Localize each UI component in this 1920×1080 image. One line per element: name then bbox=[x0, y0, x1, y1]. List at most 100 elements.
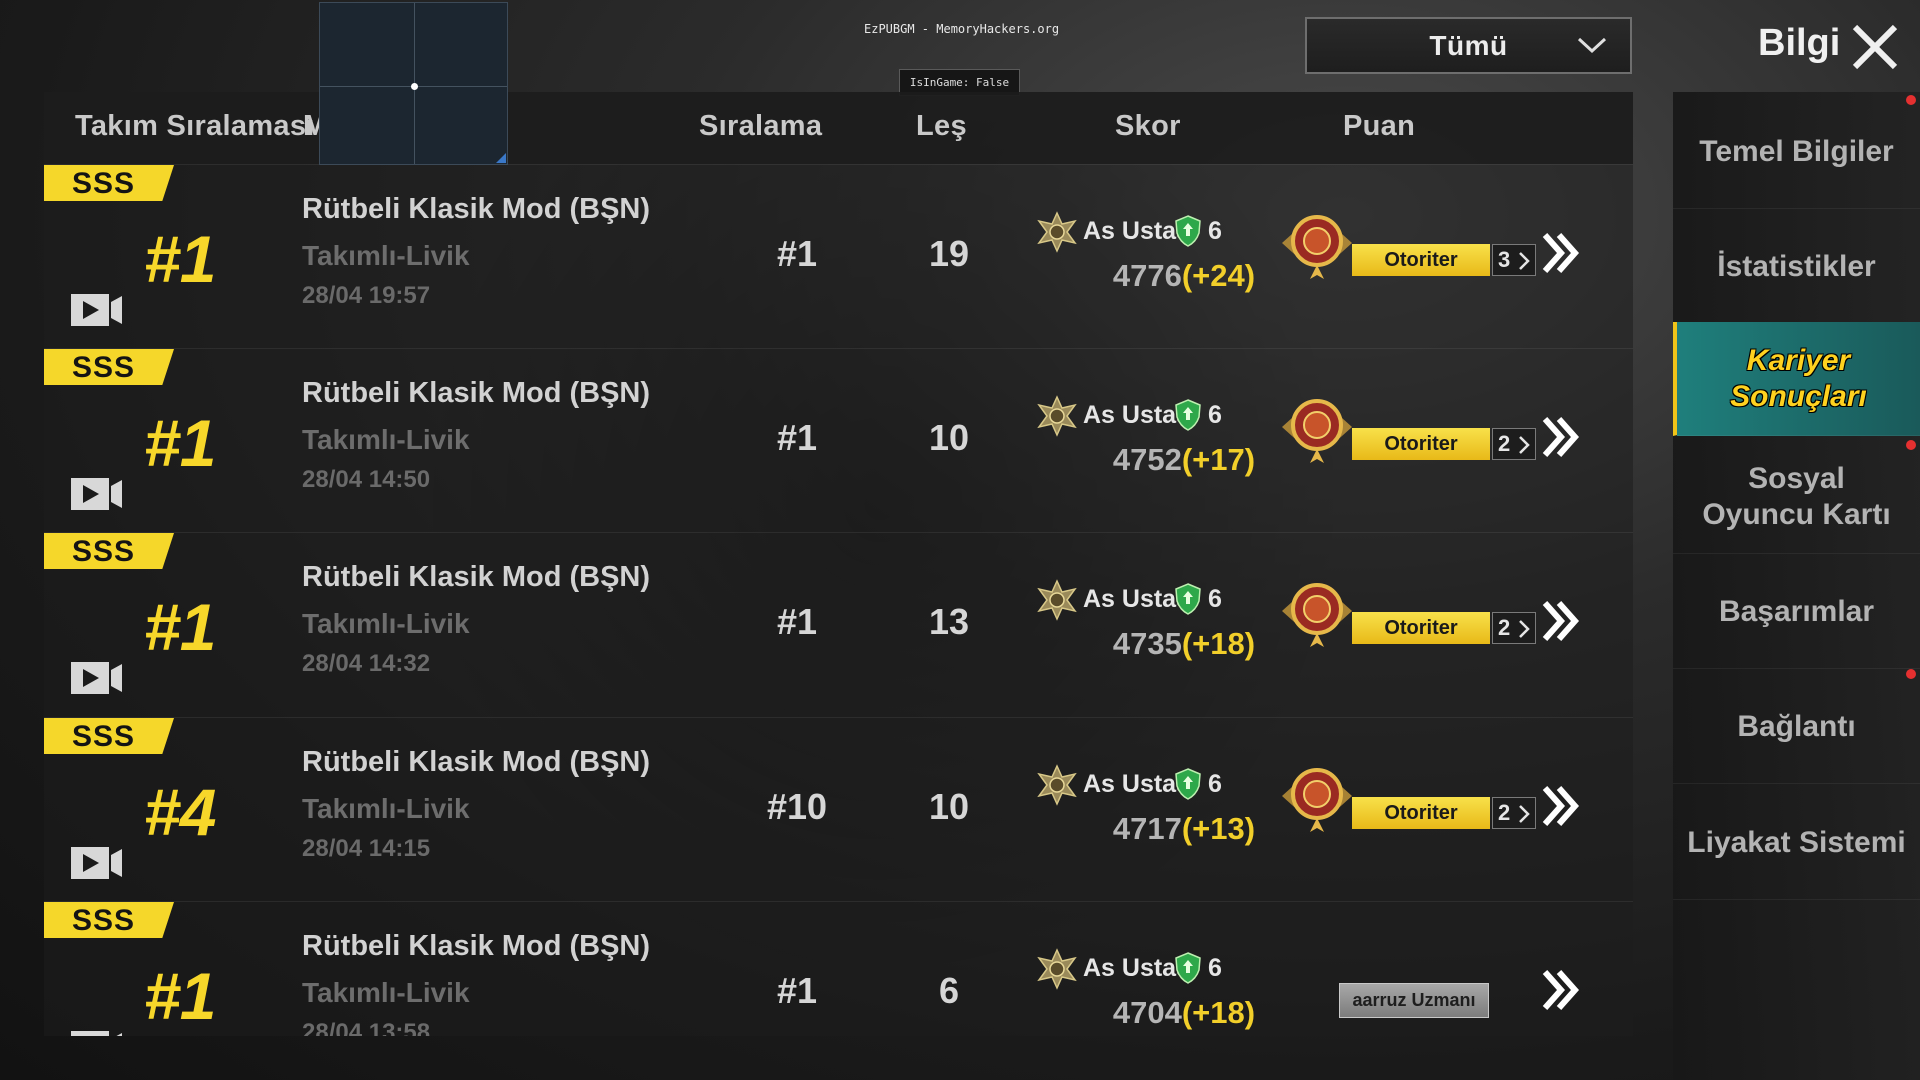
team-rank: #1 bbox=[144, 959, 216, 1033]
notification-dot bbox=[1906, 95, 1916, 105]
match-mode: Rütbeli Klasik Mod (BŞN) bbox=[302, 746, 651, 778]
tier-level: 6 bbox=[1208, 401, 1222, 429]
match-mode: Rütbeli Klasik Mod (BŞN) bbox=[302, 377, 651, 409]
team-rank: #1 bbox=[144, 406, 216, 480]
ace-master-icon bbox=[1035, 395, 1079, 441]
match-map: Takımlı-Livik bbox=[302, 977, 470, 1008]
header-score: Skor bbox=[1115, 110, 1181, 142]
match-date: 28/04 13:58 bbox=[302, 1019, 431, 1036]
title-label: Otoriter bbox=[1352, 612, 1490, 644]
grade-badge: SSS bbox=[44, 349, 174, 385]
filter-value: Tümü bbox=[1429, 29, 1508, 61]
kills-value: 10 bbox=[928, 417, 970, 458]
header-kills: Leş bbox=[916, 110, 967, 142]
filter-dropdown[interactable]: Tümü bbox=[1305, 17, 1632, 74]
replay-icon[interactable] bbox=[70, 661, 124, 699]
placement-value: #1 bbox=[776, 417, 818, 458]
tier-level: 6 bbox=[1208, 217, 1222, 245]
title-count-button[interactable]: 2 bbox=[1492, 612, 1536, 644]
tier-level: 6 bbox=[1208, 770, 1222, 798]
chevron-right-icon[interactable] bbox=[1541, 784, 1581, 832]
sidebar-item-career-results[interactable]: Kariyer Sonuçları bbox=[1673, 322, 1920, 436]
grade-badge: SSS bbox=[44, 533, 174, 569]
title-medal-icon bbox=[1272, 389, 1362, 469]
grade-badge: SSS bbox=[44, 718, 174, 754]
match-row[interactable]: SSS #1 Rütbeli Klasik Mod (BŞN) Takımlı-… bbox=[44, 901, 1633, 1036]
header-placement: Sıralama bbox=[699, 110, 823, 142]
match-map: Takımlı-Livik bbox=[302, 793, 470, 824]
placement-value: #10 bbox=[766, 786, 828, 827]
title-label: aarruz Uzmanı bbox=[1339, 983, 1489, 1018]
chevron-right-icon[interactable] bbox=[1541, 968, 1581, 1016]
match-date: 28/04 14:50 bbox=[302, 466, 431, 493]
sidebar-item-achievements[interactable]: Başarımlar bbox=[1673, 555, 1920, 669]
placement-value: #1 bbox=[776, 233, 818, 274]
ace-master-icon bbox=[1035, 211, 1079, 257]
tier-level: 6 bbox=[1208, 954, 1222, 982]
shield-icon bbox=[1174, 399, 1202, 435]
title-medal-icon bbox=[1272, 205, 1362, 285]
match-map: Takımlı-Livik bbox=[302, 424, 470, 455]
notification-dot bbox=[1906, 669, 1916, 679]
tier-level: 6 bbox=[1208, 585, 1222, 613]
match-row[interactable]: SSS #1 Rütbeli Klasik Mod (BŞN) Takımlı-… bbox=[44, 164, 1633, 348]
grade-badge: SSS bbox=[44, 165, 174, 201]
rating-score: 4704(+18) bbox=[1112, 995, 1256, 1030]
title-medal-icon bbox=[1272, 573, 1362, 653]
sidebar-item-connection[interactable]: Bağlantı bbox=[1673, 670, 1920, 784]
replay-icon[interactable] bbox=[70, 1030, 124, 1036]
chevron-right-icon[interactable] bbox=[1541, 415, 1581, 463]
notification-dot bbox=[1906, 440, 1916, 450]
kills-value: 19 bbox=[928, 233, 970, 274]
sidebar-item-social-card[interactable]: Sosyal Oyuncu Kartı bbox=[1673, 440, 1920, 554]
title-label: Otoriter bbox=[1352, 797, 1490, 829]
sidebar-item-statistics[interactable]: İstatistikler bbox=[1673, 210, 1920, 324]
match-mode: Rütbeli Klasik Mod (BŞN) bbox=[302, 930, 651, 962]
placement-value: #1 bbox=[776, 970, 818, 1011]
match-row[interactable]: SSS #1 Rütbeli Klasik Mod (BŞN) Takımlı-… bbox=[44, 348, 1633, 532]
match-mode: Rütbeli Klasik Mod (BŞN) bbox=[302, 193, 651, 225]
match-date: 28/04 14:32 bbox=[302, 650, 431, 677]
chevron-right-icon[interactable] bbox=[1541, 599, 1581, 647]
panel-title: Bilgi bbox=[1758, 22, 1841, 64]
title-count-button[interactable]: 3 bbox=[1492, 244, 1536, 276]
close-icon bbox=[1852, 24, 1898, 70]
team-rank: #4 bbox=[144, 775, 216, 849]
close-button[interactable] bbox=[1850, 22, 1900, 72]
sidebar-item-basic-info[interactable]: Temel Bilgiler bbox=[1673, 95, 1920, 209]
team-rank: #1 bbox=[144, 590, 216, 664]
title-count-button[interactable]: 2 bbox=[1492, 797, 1536, 829]
overlay-title: EzPUBGM - MemoryHackers.org bbox=[864, 22, 1060, 36]
match-date: 28/04 19:57 bbox=[302, 282, 431, 309]
ace-master-icon bbox=[1035, 579, 1079, 625]
match-date: 28/04 14:15 bbox=[302, 835, 431, 862]
radar-overlay bbox=[319, 2, 508, 165]
shield-icon bbox=[1174, 215, 1202, 251]
sidebar-item-merit-system[interactable]: Liyakat Sistemi bbox=[1673, 786, 1920, 900]
shield-icon bbox=[1174, 768, 1202, 804]
replay-icon[interactable] bbox=[70, 846, 124, 884]
header-points: Puan bbox=[1343, 110, 1416, 142]
chevron-down-icon bbox=[1577, 37, 1607, 54]
match-row[interactable]: SSS #4 Rütbeli Klasik Mod (BŞN) Takımlı-… bbox=[44, 717, 1633, 901]
match-map: Takımlı-Livik bbox=[302, 608, 470, 639]
shield-icon bbox=[1174, 583, 1202, 619]
placement-value: #1 bbox=[776, 601, 818, 642]
match-map: Takımlı-Livik bbox=[302, 240, 470, 271]
replay-icon[interactable] bbox=[70, 293, 124, 331]
grade-badge: SSS bbox=[44, 902, 174, 938]
team-rank: #1 bbox=[144, 222, 216, 296]
table-header: Takım Sıralaması M Sıralama Leş Skor Pua… bbox=[44, 92, 1633, 164]
replay-icon[interactable] bbox=[70, 477, 124, 515]
chevron-right-icon[interactable] bbox=[1541, 231, 1581, 279]
match-mode: Rütbeli Klasik Mod (BŞN) bbox=[302, 561, 651, 593]
header-team-rank: Takım Sıralaması bbox=[75, 110, 315, 142]
kills-value: 6 bbox=[938, 970, 960, 1011]
match-row[interactable]: SSS #1 Rütbeli Klasik Mod (BŞN) Takımlı-… bbox=[44, 532, 1633, 716]
title-count-button[interactable]: 2 bbox=[1492, 428, 1536, 460]
kills-value: 13 bbox=[928, 601, 970, 642]
title-label: Otoriter bbox=[1352, 244, 1490, 276]
title-label: Otoriter bbox=[1352, 428, 1490, 460]
shield-icon bbox=[1174, 952, 1202, 988]
title-medal-icon bbox=[1272, 758, 1362, 838]
